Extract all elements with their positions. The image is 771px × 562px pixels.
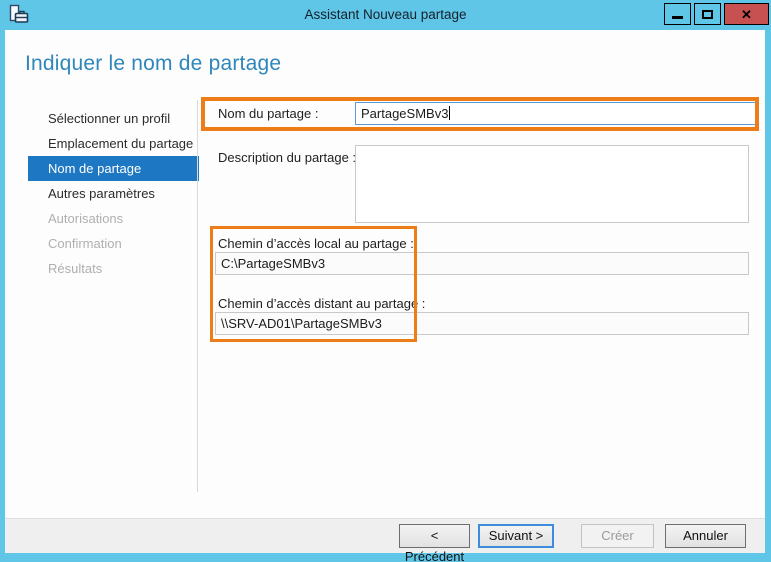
local-path-value: C:\PartageSMBv3 — [221, 256, 325, 271]
next-button[interactable]: Suivant > — [478, 524, 554, 548]
local-path-field: C:\PartageSMBv3 — [215, 252, 749, 275]
text-caret — [449, 106, 450, 120]
wizard-window: Assistant Nouveau partage ✕ Indiquer le … — [0, 0, 771, 562]
maximize-icon — [702, 10, 713, 19]
share-name-value: PartageSMBv3 — [361, 106, 448, 121]
sidebar-item-autres-parametres[interactable]: Autres paramètres — [28, 181, 199, 206]
maximize-button[interactable] — [694, 3, 721, 25]
wizard-steps: Sélectionner un profil Emplacement du pa… — [28, 106, 199, 281]
previous-button[interactable]: < Précédent — [399, 524, 470, 548]
share-name-input[interactable]: PartageSMBv3 — [355, 102, 757, 125]
titlebar[interactable]: Assistant Nouveau partage ✕ — [0, 0, 771, 30]
remote-path-value: \\SRV-AD01\PartageSMBv3 — [221, 316, 382, 331]
sidebar-item-autorisations: Autorisations — [28, 206, 199, 231]
minimize-icon — [672, 16, 683, 19]
sidebar-item-resultats: Résultats — [28, 256, 199, 281]
footer-bar: < Précédent Suivant > Créer Annuler — [5, 518, 765, 553]
remote-path-field: \\SRV-AD01\PartageSMBv3 — [215, 312, 749, 335]
share-description-label: Description du partage : — [218, 150, 356, 165]
vertical-divider — [197, 100, 198, 492]
close-button[interactable]: ✕ — [724, 3, 769, 25]
sidebar-item-selectionner-un-profil[interactable]: Sélectionner un profil — [28, 106, 199, 131]
minimize-button[interactable] — [664, 3, 691, 25]
sidebar-item-confirmation: Confirmation — [28, 231, 199, 256]
sidebar-item-emplacement-du-partage[interactable]: Emplacement du partage — [28, 131, 199, 156]
create-button[interactable]: Créer — [581, 524, 654, 548]
window-title: Assistant Nouveau partage — [0, 0, 771, 30]
share-description-textarea[interactable] — [355, 145, 749, 223]
local-path-label: Chemin d’accès local au partage : — [218, 236, 414, 251]
wizard-content: Indiquer le nom de partage Sélectionner … — [5, 30, 765, 553]
sidebar-item-nom-de-partage[interactable]: Nom de partage — [28, 156, 199, 181]
cancel-button[interactable]: Annuler — [665, 524, 746, 548]
close-icon: ✕ — [741, 8, 752, 21]
remote-path-label: Chemin d’accès distant au partage : — [218, 296, 425, 311]
share-name-label: Nom du partage : — [218, 106, 318, 121]
page-title: Indiquer le nom de partage — [25, 52, 281, 76]
